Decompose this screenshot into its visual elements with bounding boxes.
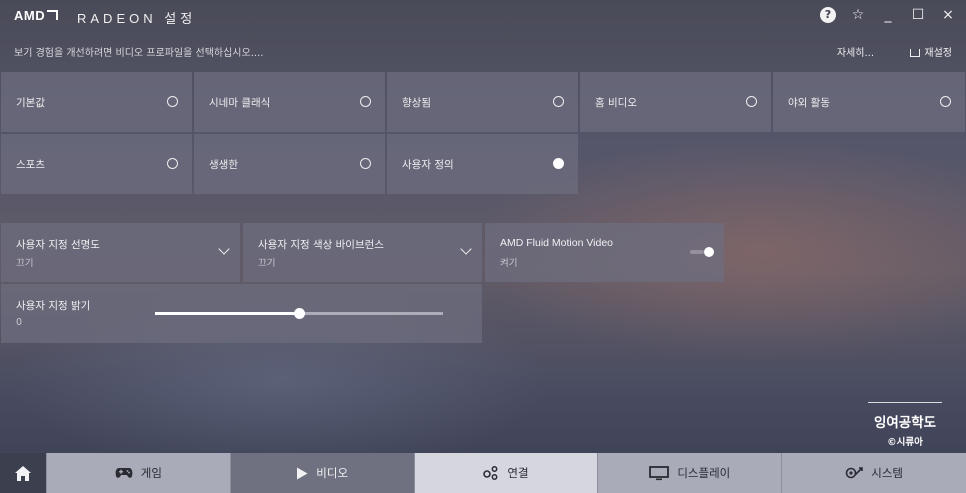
fluid-motion-toggle[interactable]: [690, 247, 714, 257]
toggle-knob: [704, 247, 714, 257]
setting-label: 사용자 지정 선명도: [16, 239, 100, 251]
radio-icon: [167, 96, 178, 107]
preset-label: 홈 비디오: [595, 97, 637, 109]
reset-button[interactable]: 재설정: [910, 44, 952, 59]
minimize-icon: _: [884, 7, 892, 23]
connect-icon: [483, 466, 499, 480]
radio-icon: [360, 96, 371, 107]
tab-game[interactable]: 게임: [45, 453, 230, 493]
setting-label: 사용자 지정 밝기: [16, 300, 91, 312]
watermark: 잉여공학도 ©시류아: [868, 402, 942, 455]
slider-fill: [155, 312, 299, 315]
setting-value: 켜기: [500, 258, 518, 269]
profile-hint: 보기 경험을 개선하려면 비디오 프로파일을 선택하십시오....: [14, 48, 264, 59]
brightness-slider[interactable]: [155, 308, 443, 319]
preset-custom[interactable]: 사용자 정의: [387, 134, 578, 194]
reset-icon: [910, 49, 921, 57]
watermark-title: 잉여공학도: [873, 415, 937, 431]
preset-label: 생생한: [209, 159, 238, 171]
sub-header: 보기 경험을 개선하려면 비디오 프로파일을 선택하십시오.... 자세히...…: [14, 44, 952, 62]
preset-label: 스포츠: [16, 159, 45, 171]
radio-icon: [940, 96, 951, 107]
preset-home-video[interactable]: 홈 비디오: [580, 72, 771, 132]
setting-value: 끄기: [258, 258, 276, 269]
preset-label: 야외 활동: [788, 97, 830, 109]
maximize-button[interactable]: ☐: [910, 6, 926, 24]
play-icon: [296, 467, 308, 480]
maximize-icon: ☐: [911, 7, 925, 23]
watermark-subtitle: ©시류아: [887, 437, 923, 448]
preset-label: 기본값: [16, 97, 45, 109]
tab-system[interactable]: 시스템: [781, 453, 966, 493]
favorite-button[interactable]: ☆: [850, 6, 866, 24]
amd-logo-mark: [47, 10, 59, 20]
radio-icon: [553, 96, 564, 107]
preset-label: 향상됨: [402, 97, 431, 109]
radio-icon: [360, 158, 371, 169]
preset-enhanced[interactable]: 향상됨: [387, 72, 578, 132]
reset-label: 재설정: [924, 48, 952, 59]
color-vibrance-dropdown[interactable]: 사용자 지정 색상 바이브런스 끄기: [243, 223, 482, 282]
preset-outdoor[interactable]: 야외 활동: [773, 72, 965, 132]
preset-sports[interactable]: 스포츠: [1, 134, 192, 194]
bottom-nav: 게임 비디오 연결 디스플레이 시스템: [0, 453, 966, 493]
preset-label: 사용자 정의: [402, 159, 454, 171]
setting-value: 끄기: [16, 258, 34, 269]
slider-handle[interactable]: [294, 308, 305, 319]
minimize-button[interactable]: _: [880, 6, 896, 24]
radio-icon: [167, 158, 178, 169]
tab-display[interactable]: 디스플레이: [597, 453, 782, 493]
preset-vivid[interactable]: 생생한: [194, 134, 385, 194]
tab-label: 게임: [140, 466, 162, 480]
app-title: RADEON 설정: [77, 11, 197, 26]
system-icon: [845, 466, 864, 480]
radio-icon: [746, 96, 757, 107]
help-icon: ?: [820, 7, 836, 23]
title-bar: AMD RADEON 설정 ? ☆ _ ☐ ×: [0, 0, 966, 32]
tab-label: 시스템: [871, 466, 903, 480]
sharpness-dropdown[interactable]: 사용자 지정 선명도 끄기: [1, 223, 240, 282]
radio-selected-icon: [553, 158, 564, 169]
help-button[interactable]: ?: [820, 6, 836, 24]
tab-label: 디스플레이: [677, 466, 731, 480]
monitor-icon: [649, 465, 670, 481]
home-button[interactable]: [0, 453, 46, 493]
close-button[interactable]: ×: [940, 6, 956, 24]
preset-cinema-classic[interactable]: 시네마 클래식: [194, 72, 385, 132]
watermark-line: [868, 402, 942, 403]
detail-link[interactable]: 자세히...: [837, 44, 874, 59]
preset-default[interactable]: 기본값: [1, 72, 192, 132]
toggle-track: [690, 250, 704, 254]
tab-connect[interactable]: 연결: [413, 453, 598, 493]
tab-label: 비디오: [316, 466, 349, 480]
setting-value: 0: [16, 317, 23, 328]
amd-logo: AMD: [14, 8, 59, 23]
gamepad-icon: [115, 467, 133, 479]
chevron-down-icon: [460, 243, 472, 255]
star-icon: ☆: [851, 7, 865, 23]
close-icon: ×: [942, 7, 954, 23]
tab-label: 연결: [507, 466, 529, 480]
setting-label: 사용자 지정 색상 바이브런스: [258, 239, 384, 251]
tab-video[interactable]: 비디오: [229, 453, 414, 493]
window-controls: ? ☆ _ ☐ ×: [820, 6, 956, 24]
chevron-down-icon: [218, 243, 230, 255]
setting-label: AMD Fluid Motion Video: [500, 237, 614, 249]
home-icon: [14, 465, 31, 481]
fluid-motion-setting: AMD Fluid Motion Video 켜기: [485, 223, 724, 282]
preset-label: 시네마 클래식: [209, 97, 271, 109]
